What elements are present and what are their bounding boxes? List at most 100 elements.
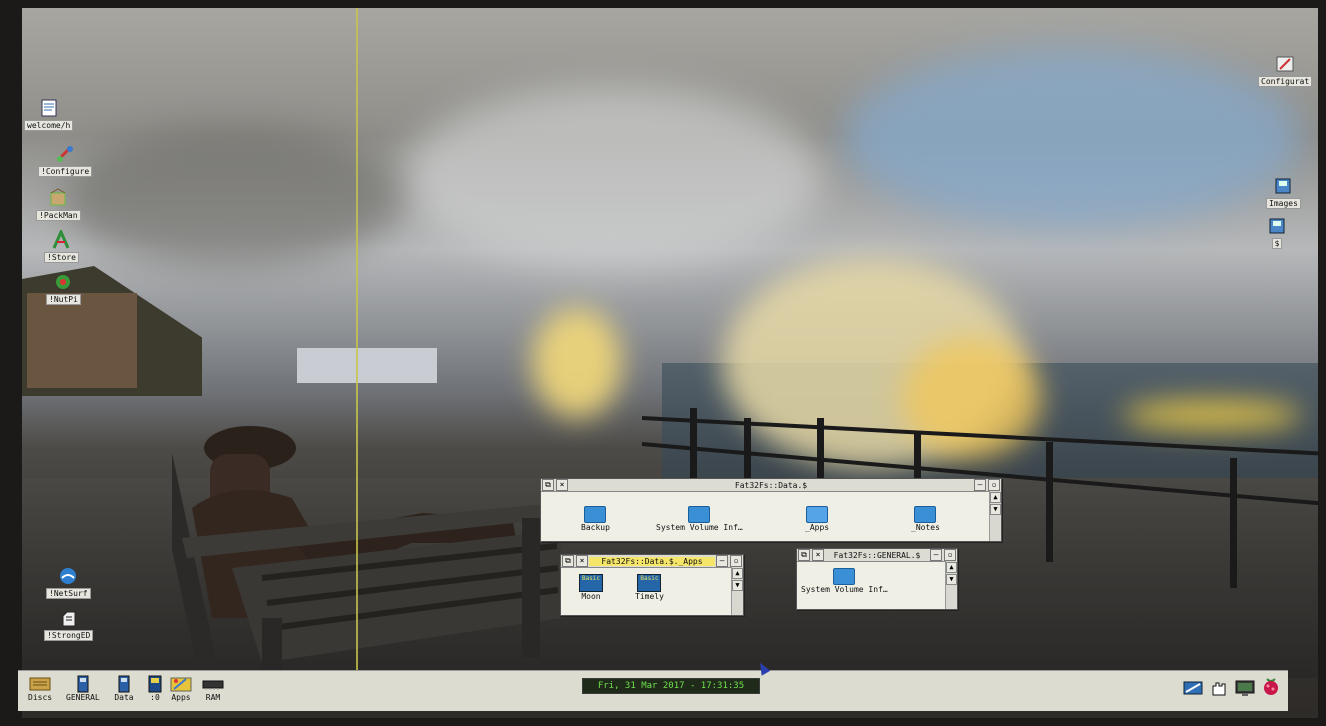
folder-label: _Notes (911, 523, 940, 532)
close-button[interactable]: × (556, 479, 568, 491)
pinned-configurat[interactable]: Configurat (1258, 54, 1313, 87)
scroll-up-button[interactable]: ▲ (946, 562, 957, 573)
folder-icon (584, 506, 607, 523)
folder-icon (833, 568, 856, 585)
pinned-label: !NutPi (46, 294, 81, 305)
iconbar-general[interactable]: GENERAL (66, 675, 100, 702)
stronged-icon (58, 608, 80, 628)
store-icon (50, 230, 72, 250)
pinned-label: welcome/h (24, 120, 74, 131)
vertical-scrollbar[interactable]: ▲ ▼ (989, 491, 1001, 541)
iconbar-apps[interactable]: Apps (170, 675, 192, 702)
pinned-label: !Configure (38, 166, 93, 177)
folder-icon (688, 506, 711, 523)
filer-window-data-root[interactable]: ⧉ × Fat32Fs::Data.$ – ▫ Backup System Vo… (540, 478, 1002, 542)
pinned-label: !StrongED (44, 630, 94, 641)
scroll-up-button[interactable]: ▲ (990, 492, 1001, 503)
nutpi-icon (52, 272, 74, 292)
pinned-images[interactable]: Images (1266, 176, 1301, 209)
iconbar-taskmanager[interactable] (1208, 679, 1230, 697)
pinned-dollar[interactable]: $ (1266, 216, 1288, 249)
app-label: Moon (581, 592, 601, 601)
back-button[interactable]: ⧉ (562, 555, 574, 567)
title-bar[interactable]: ⧉ × Fat32Fs::Data.$._Apps – ▫ (561, 555, 743, 568)
vertical-scrollbar[interactable]: ▲ ▼ (945, 561, 957, 609)
configure-icon (1274, 54, 1296, 74)
iconbar-sd0[interactable]: :0 (144, 675, 166, 702)
pinned-netsurf[interactable]: !NetSurf (46, 566, 91, 599)
pinned-label: Configurat (1258, 76, 1313, 87)
pinned-label: !Store (44, 252, 79, 263)
app-item[interactable]: Basic Moon (579, 574, 603, 601)
raspberry-icon (1260, 677, 1282, 695)
drive-icon (29, 675, 51, 693)
hand-icon (1208, 679, 1230, 697)
disc-icon (1272, 176, 1294, 196)
display-icon (1234, 679, 1256, 697)
folder-item[interactable]: System Volume Inf… (801, 568, 888, 594)
document-icon (38, 98, 60, 118)
folder-label: System Volume Inf… (801, 585, 888, 594)
filer-window-apps[interactable]: ⧉ × Fat32Fs::Data.$._Apps – ▫ Basic Moon… (560, 554, 744, 616)
iconbar-network[interactable] (1182, 679, 1204, 697)
desktop-screen: welcome/h !Configure !PackMan !Store !Nu… (22, 8, 1318, 718)
folder-item[interactable]: Backup (581, 506, 610, 532)
window-title: Fat32Fs::GENERAL.$ (833, 550, 921, 560)
pinned-store[interactable]: !Store (44, 230, 79, 263)
folder-label: _Apps (805, 523, 830, 532)
icon-bar: Discs GENERAL Data :0 Apps RAM Fri, 31 M… (18, 670, 1288, 711)
pinned-label: $ (1271, 238, 1283, 249)
disc-icon (1266, 216, 1288, 236)
iconbar-ram[interactable]: RAM (202, 675, 224, 702)
pinned-stronged[interactable]: !StrongED (44, 608, 94, 641)
folder-item[interactable]: _Notes (911, 506, 940, 532)
folder-label: System Volume Inf… (656, 523, 743, 532)
screen-artifact-line (356, 8, 358, 678)
iconise-button[interactable]: – (930, 549, 942, 561)
close-button[interactable]: × (812, 549, 824, 561)
folder-icon (914, 506, 937, 523)
configure-icon (54, 144, 76, 164)
iconbar-display[interactable] (1234, 679, 1256, 697)
folder-item[interactable]: _Apps (805, 506, 829, 532)
pinned-nutpi[interactable]: !NutPi (46, 272, 81, 305)
close-button[interactable]: × (576, 555, 588, 567)
basic-app-icon: Basic (637, 574, 662, 592)
iconise-button[interactable]: – (716, 555, 728, 567)
back-button[interactable]: ⧉ (798, 549, 810, 561)
iconbar-discs[interactable]: Discs (28, 675, 52, 702)
filer-window-general[interactable]: ⧉ × Fat32Fs::GENERAL.$ – ▫ System Volume… (796, 548, 958, 610)
vertical-scrollbar[interactable]: ▲ ▼ (731, 567, 743, 615)
pinned-welcome[interactable]: welcome/h (24, 98, 74, 131)
clock-display[interactable]: Fri, 31 Mar 2017 - 17:31:35 (582, 678, 760, 694)
back-button[interactable]: ⧉ (542, 479, 554, 491)
toggle-size-button[interactable]: ▫ (730, 555, 742, 567)
pinned-packman[interactable]: !PackMan (36, 188, 81, 221)
iconbar-data[interactable]: Data (113, 675, 135, 702)
scroll-up-button[interactable]: ▲ (732, 568, 743, 579)
iconbar-label: Discs (28, 693, 53, 702)
scroll-down-button[interactable]: ▼ (732, 580, 743, 591)
pinned-label: !NetSurf (46, 588, 91, 599)
pinned-configure[interactable]: !Configure (38, 144, 93, 177)
scroll-down-button[interactable]: ▼ (990, 504, 1001, 515)
title-bar[interactable]: ⧉ × Fat32Fs::GENERAL.$ – ▫ (797, 549, 957, 562)
sd-card-icon (72, 675, 94, 693)
apps-icon (170, 675, 192, 693)
app-label: Timely (635, 592, 664, 601)
folder-item[interactable]: System Volume Inf… (656, 506, 743, 532)
iconise-button[interactable]: – (974, 479, 986, 491)
iconbar-label: Data (114, 693, 134, 702)
iconbar-raspberry[interactable] (1260, 677, 1282, 695)
netsurf-icon (57, 566, 79, 586)
iconbar-label: GENERAL (66, 693, 100, 702)
toggle-size-button[interactable]: ▫ (988, 479, 1000, 491)
app-item[interactable]: Basic Timely (635, 574, 664, 601)
scroll-down-button[interactable]: ▼ (946, 574, 957, 585)
pinned-label: !PackMan (36, 210, 81, 221)
sd-card-icon (113, 675, 135, 693)
toggle-size-button[interactable]: ▫ (944, 549, 956, 561)
title-bar[interactable]: ⧉ × Fat32Fs::Data.$ – ▫ (541, 479, 1001, 492)
bench-statue (172, 426, 562, 678)
window-title: Fat32Fs::Data.$._Apps (589, 556, 715, 566)
